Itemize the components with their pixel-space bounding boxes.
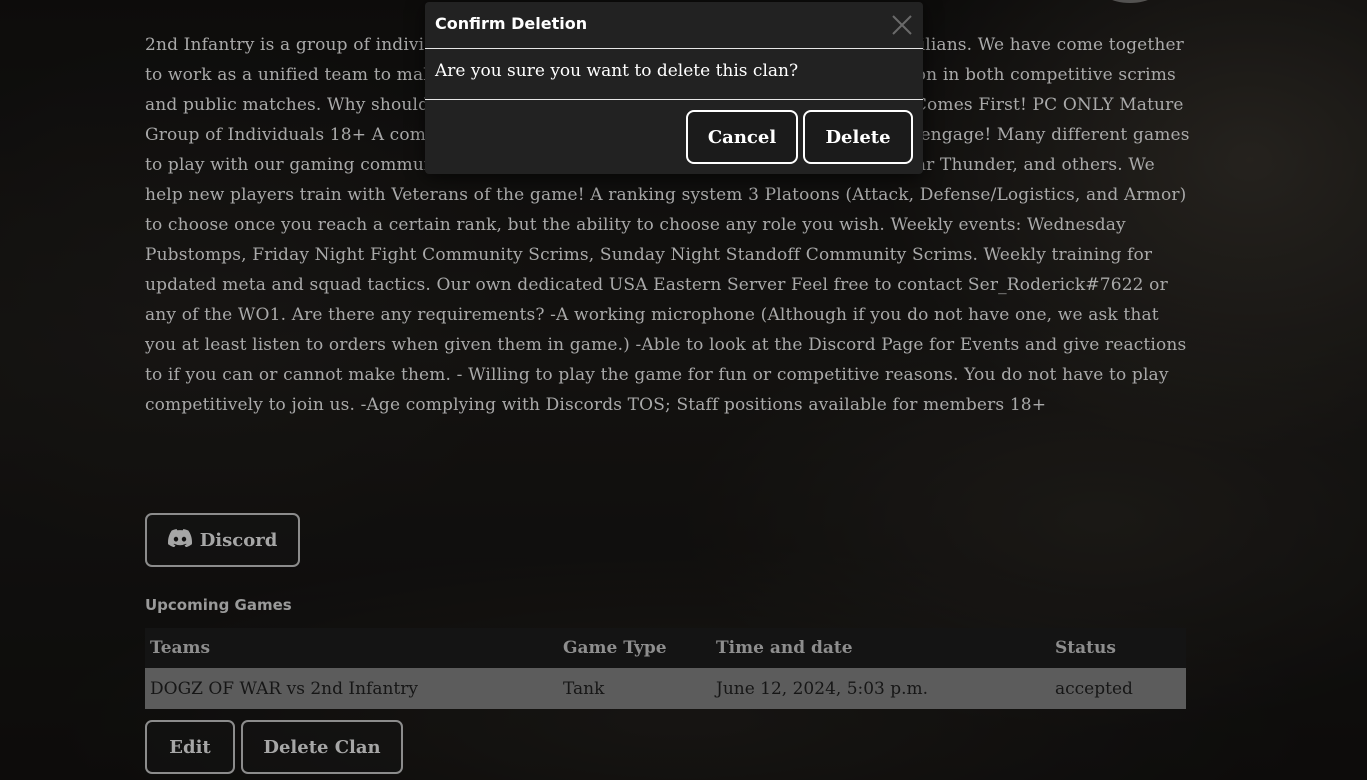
delete-clan-button[interactable]: Delete Clan	[241, 720, 403, 774]
discord-button-label: Discord	[199, 529, 278, 551]
upcoming-games-title: Upcoming Games	[145, 596, 292, 614]
column-header-game-type: Game Type	[558, 628, 711, 668]
table-header-row: Teams Game Type Time and date Status	[145, 628, 1186, 668]
cell-teams: DOGZ OF WAR vs 2nd Infantry	[145, 668, 558, 709]
page: 2nd Infantry is a group of individuals f…	[0, 0, 1367, 780]
confirm-deletion-modal: Confirm Deletion Are you sure you want t…	[425, 2, 923, 174]
column-header-teams: Teams	[145, 628, 558, 668]
modal-title: Confirm Deletion	[435, 14, 588, 33]
cancel-button[interactable]: Cancel	[686, 110, 798, 164]
column-header-status: Status	[1050, 628, 1186, 668]
column-header-time-date: Time and date	[711, 628, 1050, 668]
confirm-delete-button[interactable]: Delete	[803, 110, 913, 164]
edit-button[interactable]: Edit	[145, 720, 235, 774]
close-icon[interactable]	[891, 14, 913, 36]
modal-header: Confirm Deletion	[425, 2, 923, 49]
upcoming-games-table: Teams Game Type Time and date Status DOG…	[145, 628, 1186, 709]
modal-message: Are you sure you want to delete this cla…	[435, 61, 799, 81]
cell-game-type: Tank	[558, 668, 711, 709]
discord-icon	[167, 528, 192, 552]
cell-time-date: June 12, 2024, 5:03 p.m.	[711, 668, 1050, 709]
modal-footer	[425, 99, 923, 100]
discord-button[interactable]: Discord	[145, 513, 300, 567]
table-row: DOGZ OF WAR vs 2nd Infantry Tank June 12…	[145, 668, 1186, 709]
cell-status: accepted	[1050, 668, 1186, 709]
